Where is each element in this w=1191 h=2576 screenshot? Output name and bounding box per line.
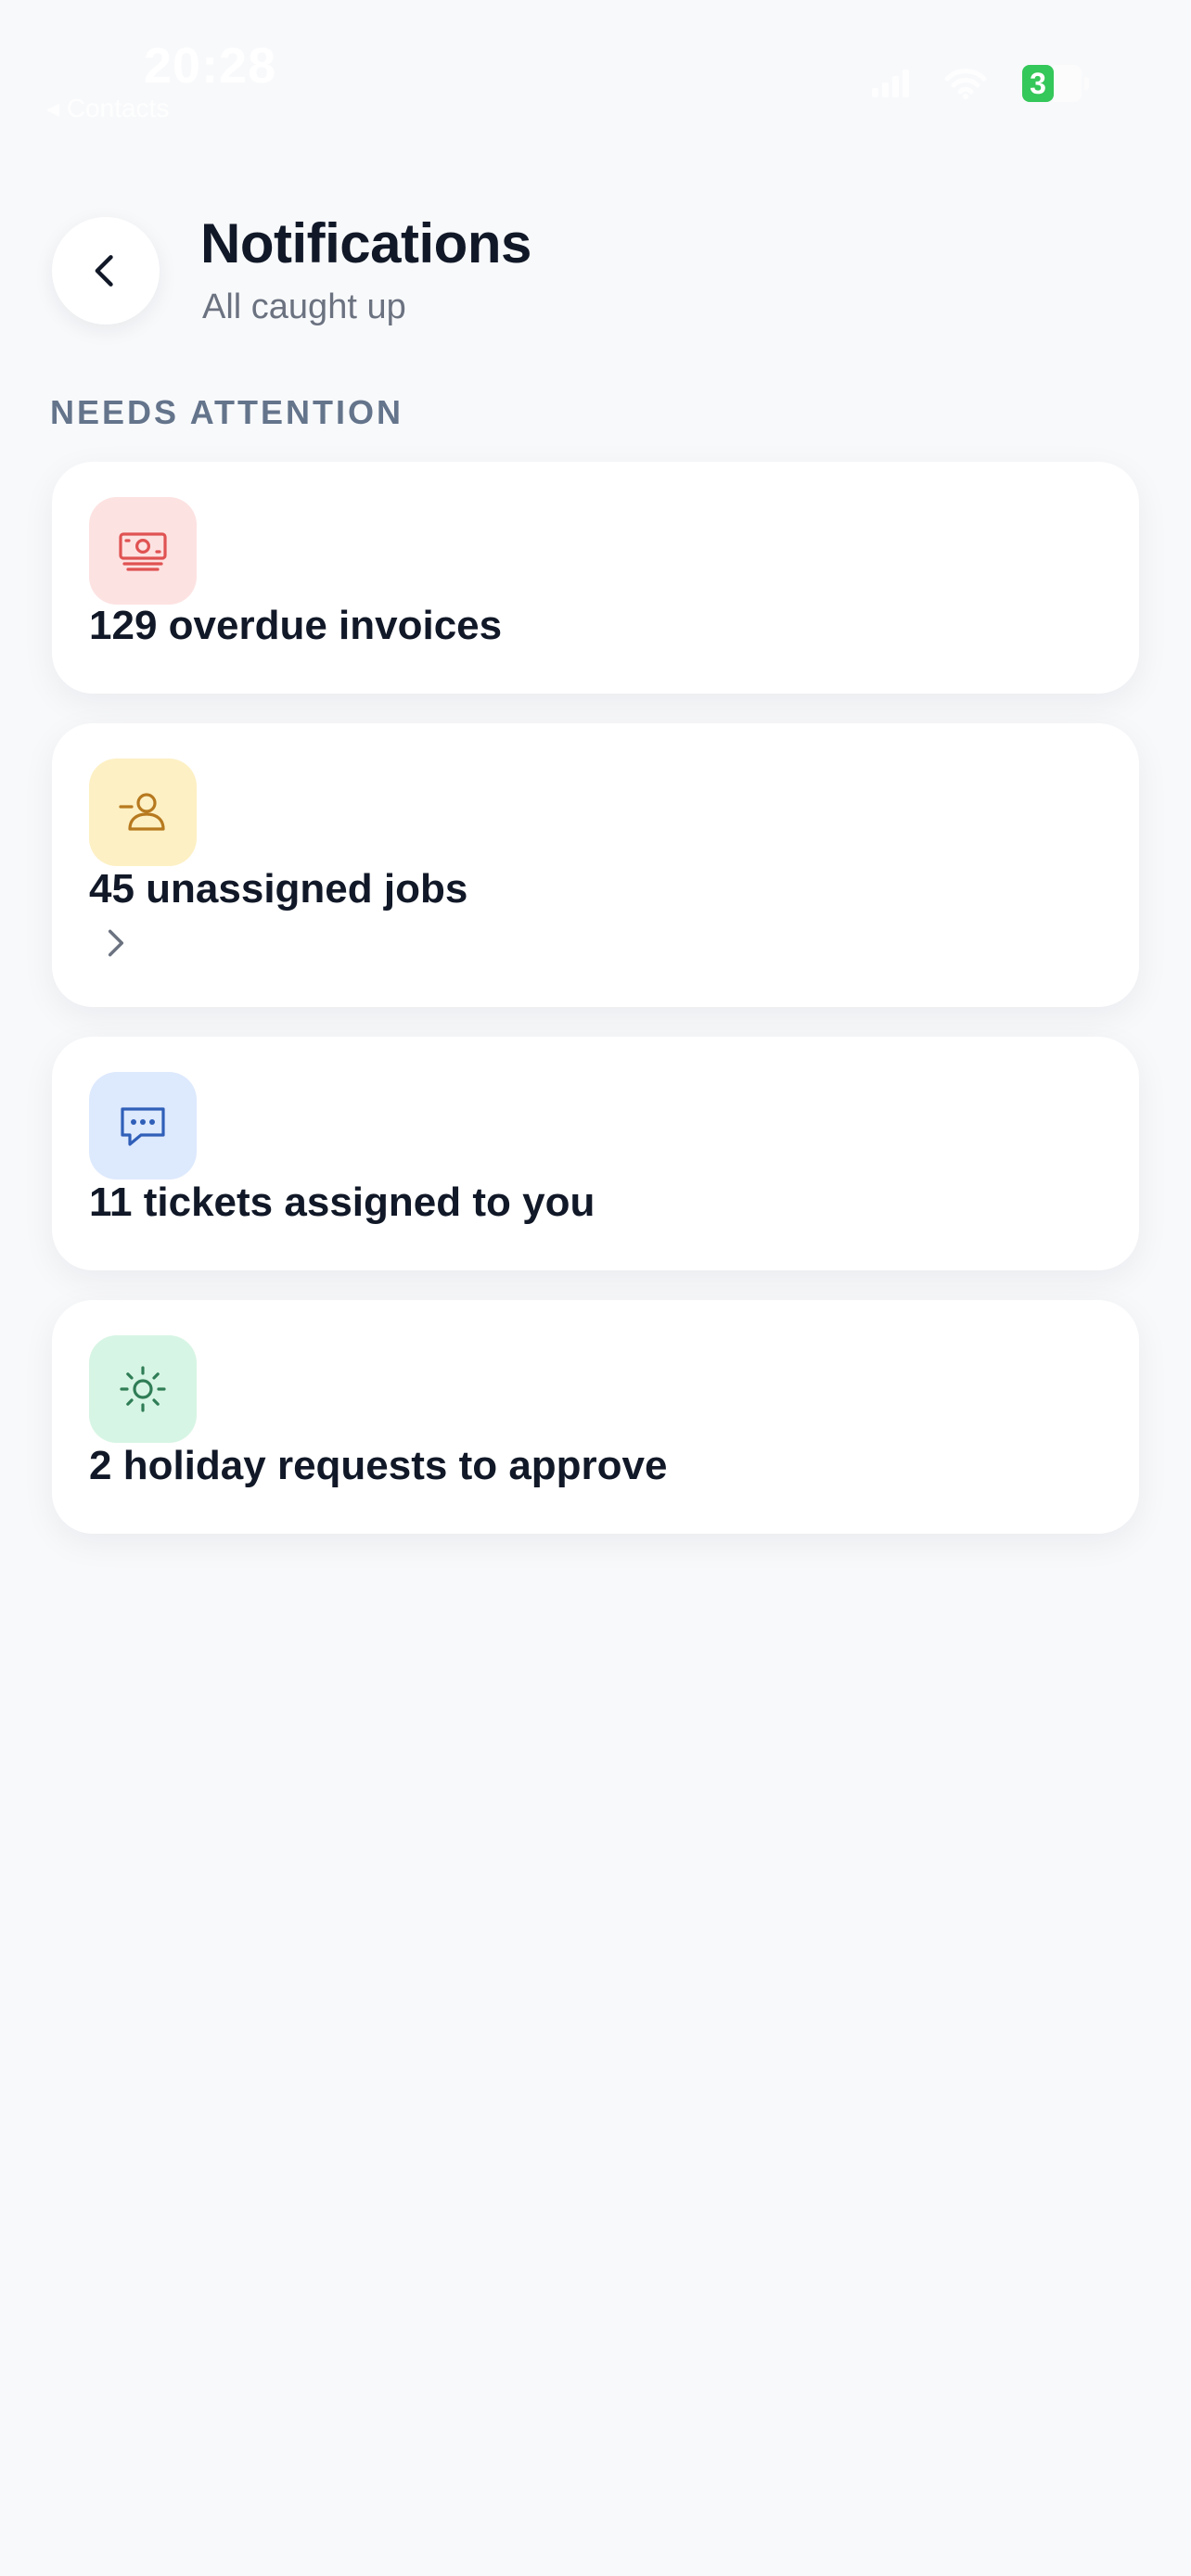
- card-icon-badge: [89, 1072, 197, 1180]
- notification-card-holiday-requests[interactable]: 2 holiday requests to approve: [52, 1300, 1139, 1534]
- battery-icon: 3: [1022, 65, 1089, 102]
- battery-empty-area: [1054, 65, 1082, 102]
- page-subtitle: All caught up: [202, 287, 406, 326]
- page-title: Notifications: [200, 212, 531, 274]
- card-label: 2 holiday requests to approve: [89, 1443, 668, 1488]
- card-label: 11 tickets assigned to you: [89, 1180, 596, 1225]
- cellular-signal-icon: [872, 70, 909, 97]
- card-label: 45 unassigned jobs: [89, 866, 468, 912]
- status-icons: 3: [872, 65, 1089, 102]
- wifi-icon: [944, 69, 987, 99]
- notification-card-tickets[interactable]: 11 tickets assigned to you: [52, 1037, 1139, 1270]
- back-button[interactable]: [52, 217, 160, 325]
- card-icon-badge: [89, 759, 197, 866]
- card-icon-badge: [89, 1335, 197, 1443]
- card-label: 129 overdue invoices: [89, 603, 503, 648]
- section-label-needs-attention: NEEDS ATTENTION: [50, 393, 404, 431]
- notifications-screen: 20:28 ◂ Contacts 3 Notifications All cau…: [0, 0, 1191, 2576]
- sun-icon: [120, 1366, 166, 1412]
- banknote-icon: [119, 532, 167, 571]
- battery-tip: [1084, 77, 1089, 90]
- battery-level: 3: [1022, 65, 1054, 102]
- chevron-left-icon: [95, 255, 113, 287]
- status-back-to-app[interactable]: ◂ Contacts: [46, 93, 169, 123]
- card-icon-badge: [89, 497, 197, 605]
- user-minus-icon: [119, 793, 165, 831]
- notification-card-unassigned-jobs[interactable]: 45 unassigned jobs: [52, 723, 1139, 1007]
- message-dots-icon: [121, 1107, 165, 1146]
- status-bar: 20:28 ◂ Contacts 3: [0, 0, 1191, 123]
- notification-card-overdue-invoices[interactable]: 129 overdue invoices: [52, 462, 1139, 694]
- status-time: 20:28: [144, 38, 277, 94]
- chevron-right-icon[interactable]: [98, 925, 134, 961]
